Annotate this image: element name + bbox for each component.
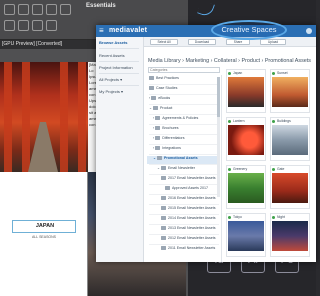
user-avatar[interactable] — [306, 28, 312, 34]
toolbar-icon[interactable] — [46, 4, 57, 15]
toolbar-icon[interactable] — [18, 4, 29, 15]
sidebar-item-browse-assets[interactable]: Browse Assets — [99, 40, 128, 45]
tree-item[interactable]: 2011 Email Newsletter Assets — [161, 246, 215, 254]
asset-tile[interactable]: Tokyo — [226, 213, 266, 257]
category-tree: Best Practices Case Studies › eBooks ⌄ P… — [145, 75, 222, 262]
toolbar-icon[interactable] — [4, 20, 15, 31]
tree-item[interactable]: 2016 Email Newsletter Assets — [161, 196, 216, 204]
upload-button[interactable]: Upload — [260, 39, 286, 45]
download-button[interactable]: Download — [188, 39, 216, 45]
workspace-switcher[interactable]: Essentials — [86, 3, 116, 9]
sidebar-item-my-projects[interactable]: My Projects ▾ — [99, 89, 123, 94]
tree-item[interactable]: 2015 Email Newsletter Assets — [161, 206, 216, 214]
asset-tile[interactable]: Buildings — [270, 117, 310, 161]
tree-scrollbar[interactable] — [217, 77, 220, 197]
sidebar-item-all-projects[interactable]: All Projects ▾ — [99, 77, 122, 82]
tree-item[interactable]: ⌄ Product — [149, 106, 172, 114]
document-tab[interactable]: [GPU Preview] [Converted] — [2, 41, 62, 47]
tree-item[interactable]: 2013 Email Newsletter Assets — [161, 226, 216, 234]
tree-item[interactable]: ⌄ Email Newsletter — [157, 166, 195, 174]
document-page: JAPAN ALL SEASONS — [0, 172, 88, 296]
asset-tile[interactable]: Greenery — [226, 165, 266, 209]
mediavalet-logo: mediavalet — [109, 27, 148, 34]
toolbar-icon[interactable] — [18, 20, 29, 31]
mediavalet-window: ≡ mediavalet Browse Assets Recent Assets… — [96, 25, 316, 262]
tree-item[interactable]: 2012 Email Newsletter Assets — [161, 236, 216, 244]
tree-item[interactable]: › Brochures — [153, 126, 179, 134]
creative-spaces-badge: Creative Spaces — [211, 20, 287, 40]
asset-tile[interactable]: Japan — [226, 69, 266, 113]
asset-tile[interactable]: Gate — [270, 165, 310, 209]
asset-tile[interactable]: Night — [270, 213, 310, 257]
toolbar-icon[interactable] — [46, 20, 57, 31]
sidebar-item-recent-assets[interactable]: Recent Assets — [99, 53, 125, 58]
page-title: JAPAN — [35, 223, 55, 229]
tree-item-selected[interactable]: ⌄ Promotional Assets — [147, 156, 219, 164]
toolbar-icon[interactable] — [32, 4, 43, 15]
toolbar-icon[interactable] — [32, 20, 43, 31]
asset-grid: Japan Sunset Lantern Buildings Greenery … — [226, 69, 316, 262]
breadcrumb[interactable]: Media Library › Marketing › Collateral ›… — [148, 58, 313, 64]
tree-item[interactable]: 2017 Email Newsletter Assets — [161, 176, 216, 184]
torii-gates-photo — [0, 62, 88, 172]
tree-item[interactable]: Approved Assets 2017 — [165, 186, 208, 194]
search-placeholder: Categories — [150, 68, 168, 72]
mediavalet-sidebar: Browse Assets Recent Assets Project Info… — [96, 37, 144, 262]
toolbar-icon[interactable] — [60, 4, 71, 15]
tree-item[interactable]: 2014 Email Newsletter Assets — [161, 216, 216, 224]
tree-item[interactable]: › Differentiators — [153, 136, 185, 144]
title-frame[interactable]: JAPAN — [12, 220, 76, 233]
hamburger-menu-icon[interactable]: ≡ — [99, 27, 104, 35]
select-all-button[interactable]: Select All — [150, 39, 178, 45]
tree-item[interactable]: › Integrations — [153, 146, 181, 154]
tree-item[interactable]: Case Studies — [149, 86, 177, 94]
asset-tile[interactable]: Sunset — [270, 69, 310, 113]
tree-item[interactable]: Best Practices — [149, 76, 179, 84]
sidebar-item-project-information[interactable]: Project Information — [99, 65, 133, 70]
page-subtitle: ALL SEASONS — [32, 235, 56, 239]
toolbar-icon[interactable] — [4, 4, 15, 15]
asset-tile[interactable]: Lantern — [226, 117, 266, 161]
tree-item[interactable]: › eBooks — [149, 96, 170, 104]
tree-item[interactable]: › Agreements & Policies — [153, 116, 198, 124]
